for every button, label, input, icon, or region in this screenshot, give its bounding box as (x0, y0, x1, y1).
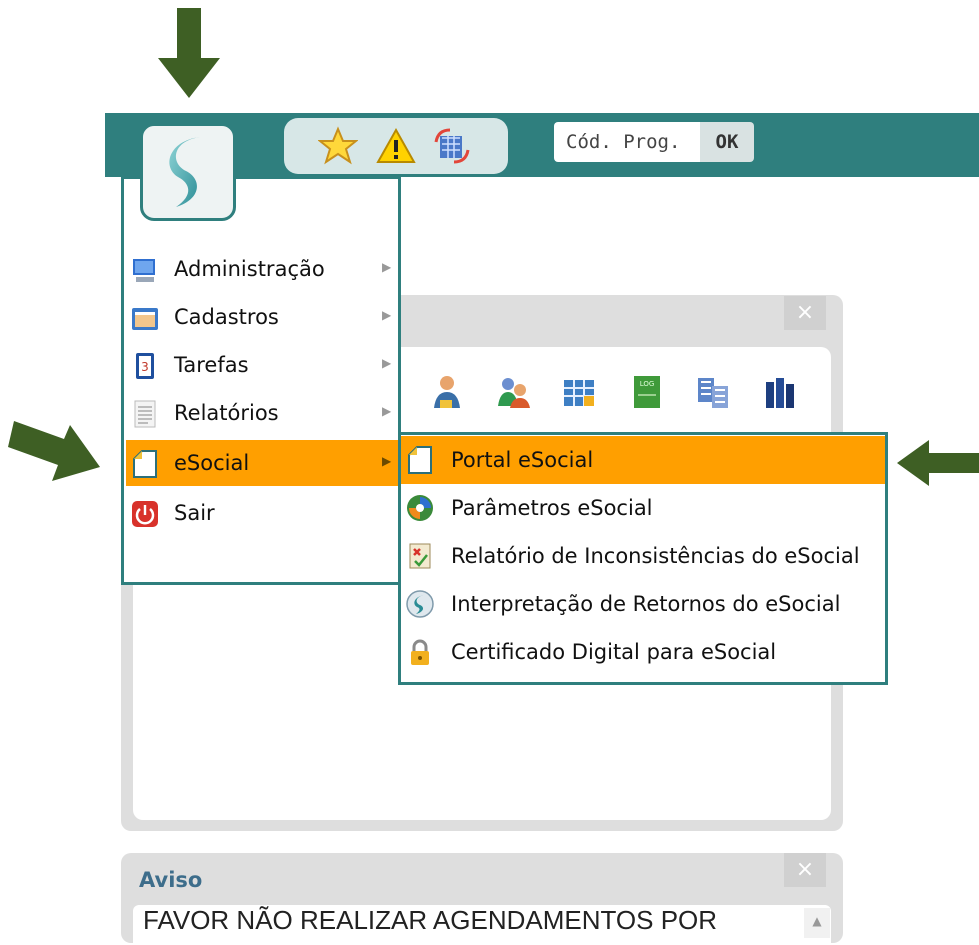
monitor-icon (130, 255, 160, 285)
submenu-item-certificado-digital[interactable]: Certificado Digital para eSocial (401, 628, 885, 676)
menu-item-administracao[interactable]: Administração ▶ (126, 246, 398, 292)
calendar-grid-icon[interactable] (560, 372, 598, 412)
submenu-item-label: Relatório de Inconsistências do eSocial (451, 544, 860, 568)
right-arrow-annotation (8, 415, 104, 487)
user-icon[interactable] (428, 372, 466, 412)
left-arrow-annotation (897, 440, 979, 486)
submenu-item-portal-esocial[interactable]: Portal eSocial (401, 436, 885, 484)
gear-cycle-icon (405, 493, 435, 523)
folder-card-icon (130, 303, 160, 333)
log-book-icon[interactable]: LOG (628, 372, 666, 412)
menu-item-label: Tarefas (174, 353, 249, 377)
refresh-grid-icon[interactable] (432, 126, 472, 166)
submenu-arrow-icon: ▶ (382, 454, 392, 468)
close-icon[interactable]: × (784, 853, 826, 887)
menu-item-tarefas[interactable]: 3 Tarefas ▶ (126, 342, 398, 388)
submenu-item-interpretacao-retornos[interactable]: Interpretação de Retornos do eSocial (401, 580, 885, 628)
buildings-icon[interactable] (694, 372, 732, 412)
submenu-item-label: Parâmetros eSocial (451, 496, 653, 520)
task-list-icon: 3 (130, 351, 160, 381)
svg-text:3: 3 (141, 360, 149, 374)
esocial-page-icon (405, 445, 435, 475)
submenu-item-parametros-esocial[interactable]: Parâmetros eSocial (401, 484, 885, 532)
submenu-arrow-icon: ▶ (382, 404, 392, 418)
menu-item-label: Relatórios (174, 401, 279, 425)
submenu-item-label: Certificado Digital para eSocial (451, 640, 777, 664)
menu-item-relatorios[interactable]: Relatórios ▶ (126, 390, 398, 436)
menu-item-label: eSocial (174, 451, 250, 475)
star-icon[interactable] (317, 126, 359, 166)
submenu-item-label: Portal eSocial (451, 448, 594, 472)
books-icon[interactable] (760, 372, 798, 412)
ok-button[interactable]: OK (700, 122, 754, 162)
inconsistency-report-icon (405, 541, 435, 571)
esocial-page-icon (130, 449, 160, 479)
top-bar (105, 113, 979, 177)
close-icon[interactable]: × (784, 296, 826, 330)
s-logo-icon (169, 137, 200, 207)
menu-item-sair[interactable]: Sair (126, 490, 398, 536)
svg-text:LOG: LOG (640, 380, 655, 388)
power-icon (130, 499, 160, 529)
user-group-icon[interactable] (494, 372, 532, 412)
menu-item-cadastros[interactable]: Cadastros ▶ (126, 294, 398, 340)
submenu-item-label: Interpretação de Retornos do eSocial (451, 592, 841, 616)
s-logo-icon (405, 589, 435, 619)
submenu-arrow-icon: ▶ (382, 308, 392, 322)
quick-access-toolbar (284, 118, 508, 174)
menu-item-label: Cadastros (174, 305, 279, 329)
lock-icon (405, 637, 435, 667)
report-icon (130, 399, 160, 429)
aviso-text: FAVOR NÃO REALIZAR AGENDAMENTOS POR (143, 905, 718, 935)
menu-item-esocial[interactable]: eSocial ▶ (126, 440, 398, 486)
down-arrow-annotation (158, 8, 220, 100)
app-logo-button[interactable] (140, 123, 236, 221)
submenu-item-relatorio-inconsistencias[interactable]: Relatório de Inconsistências do eSocial (401, 532, 885, 580)
menu-item-label: Administração (174, 257, 325, 281)
submenu-arrow-icon: ▶ (382, 356, 392, 370)
aviso-title: Aviso (139, 868, 203, 892)
menu-item-label: Sair (174, 501, 215, 525)
submenu-arrow-icon: ▶ (382, 260, 392, 274)
warning-icon[interactable] (376, 126, 416, 166)
scroll-up-button[interactable]: ▲ (804, 908, 830, 938)
program-code-input[interactable]: Cód. Prog. (554, 122, 700, 162)
